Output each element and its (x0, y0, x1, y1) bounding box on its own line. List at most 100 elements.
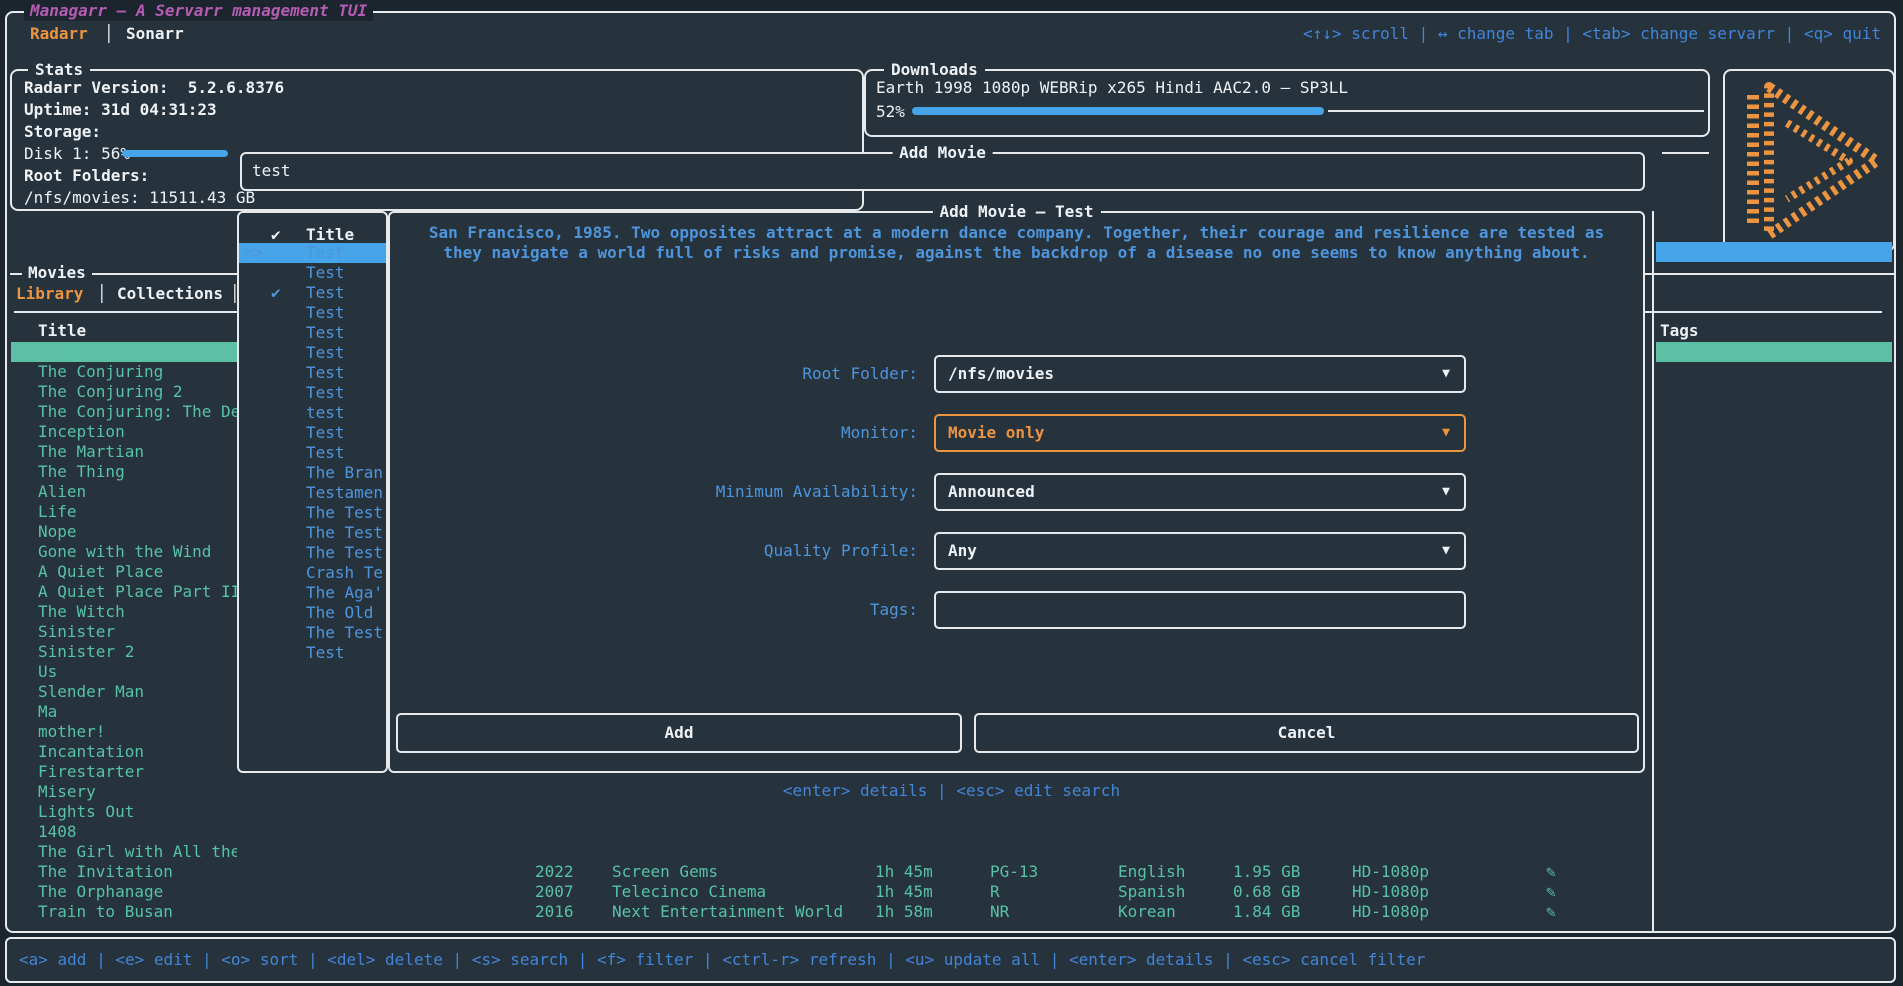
movie-row[interactable]: The Conjuring (11, 362, 237, 382)
tab-sonarr[interactable]: Sonarr (126, 24, 184, 44)
result-row[interactable]: The Old (239, 603, 386, 623)
field-value: Announced (948, 475, 1035, 509)
chevron-down-icon: ▼ (1442, 357, 1450, 391)
movie-row[interactable]: =>Dune (11, 342, 237, 362)
tag-edit-icon[interactable]: ✎ (1546, 902, 1556, 922)
movie-row[interactable]: The Conjuring: The De (11, 402, 237, 422)
result-row[interactable]: The Bran (239, 463, 386, 483)
result-row[interactable]: The Aga' (239, 583, 386, 603)
movie-title: The Invitation (38, 862, 173, 882)
movie-row[interactable]: The Witch (11, 602, 237, 622)
movie-title: mother! (38, 722, 105, 742)
select-monitor[interactable]: Movie only▼ (934, 414, 1466, 452)
tab-radarr[interactable]: Radarr (30, 24, 88, 44)
tag-edit-icon[interactable]: ✎ (1546, 882, 1556, 902)
library-selected-row-right (1656, 342, 1892, 362)
movie-row[interactable]: Gone with the Wind (11, 542, 237, 562)
result-title: test (306, 403, 345, 423)
movie-row[interactable]: The Conjuring 2 (11, 382, 237, 402)
result-row[interactable]: The Test (239, 543, 386, 563)
movie-title: The Conjuring: The De (38, 402, 237, 422)
result-title: Test (306, 263, 345, 283)
result-title: The Test (306, 523, 383, 543)
movie-runtime: 1h 45m (875, 882, 933, 902)
storage-label: Storage: (24, 122, 101, 142)
select-rootfolder[interactable]: /nfs/movies▼ (934, 355, 1466, 393)
monitored-check-icon: ✔ (271, 283, 281, 303)
cancel-button[interactable]: Cancel (974, 713, 1639, 753)
movie-language: Spanish (1118, 882, 1185, 902)
movie-row[interactable]: Train to Busan (11, 902, 237, 922)
movie-row[interactable]: Slender Man (11, 682, 237, 702)
add-movie-search-input[interactable]: test (252, 161, 291, 181)
movie-title: Lights Out (38, 802, 134, 822)
chevron-down-icon: ▼ (1442, 416, 1450, 450)
movie-row[interactable]: Incantation (11, 742, 237, 762)
result-row[interactable]: Test (239, 323, 386, 343)
movies-panel-title: Movies (22, 263, 92, 283)
movie-row[interactable]: Life (11, 502, 237, 522)
result-row[interactable]: Crash Te (239, 563, 386, 583)
selected-result-prefix: => (244, 243, 263, 263)
tab-collections[interactable]: Collections (117, 284, 223, 304)
movie-row[interactable]: Ma (11, 702, 237, 722)
result-title: Crash Te (306, 563, 383, 583)
result-row[interactable]: Testamen (239, 483, 386, 503)
result-title: Test (306, 303, 345, 323)
select-minimumavailability[interactable]: Announced▼ (934, 473, 1466, 511)
disk-usage-bar (122, 150, 228, 157)
border-fragment (1662, 152, 1709, 154)
add-movie-search-title: Add Movie (892, 142, 993, 164)
radarr-version: Radarr Version: 5.2.6.8376 (24, 78, 284, 98)
movie-row[interactable]: The Invitation (11, 862, 237, 882)
field-label-qualityprofile: Quality Profile: (390, 541, 918, 561)
movie-row[interactable]: mother! (11, 722, 237, 742)
movie-title: The Martian (38, 442, 144, 462)
result-row[interactable]: Test (239, 303, 386, 323)
movie-row[interactable]: A Quiet Place Part II (11, 582, 237, 602)
result-row[interactable]: Test (239, 343, 386, 363)
movie-title: Slender Man (38, 682, 144, 702)
movie-year: 2022 (535, 862, 574, 882)
input-tags[interactable] (934, 591, 1466, 629)
result-title: The Bran (306, 463, 383, 483)
result-row[interactable]: Test (239, 263, 386, 283)
movie-row[interactable]: Alien (11, 482, 237, 502)
movie-row[interactable]: Firestarter (11, 762, 237, 782)
field-label-monitor: Monitor: (390, 423, 918, 443)
movie-row[interactable]: The Girl with All the (11, 842, 237, 862)
result-row[interactable]: Test (239, 643, 386, 663)
add-button[interactable]: Add (396, 713, 962, 753)
result-row[interactable]: Test (239, 423, 386, 443)
movie-row[interactable]: A Quiet Place (11, 562, 237, 582)
tag-edit-icon[interactable]: ✎ (1546, 862, 1556, 882)
movie-row[interactable]: The Martian (11, 442, 237, 462)
keybind-bar: <a> add | <e> edit | <o> sort | <del> de… (5, 937, 1896, 983)
movie-row[interactable]: Inception (11, 422, 237, 442)
movie-runtime: 1h 58m (875, 902, 933, 922)
movie-title: Life (38, 502, 77, 522)
result-row[interactable]: Test (239, 383, 386, 403)
result-row[interactable]: Test (239, 443, 386, 463)
result-row[interactable]: The Test (239, 623, 386, 643)
select-qualityprofile[interactable]: Any▼ (934, 532, 1466, 570)
movie-row[interactable]: The Thing (11, 462, 237, 482)
movie-row[interactable]: Nope (11, 522, 237, 542)
movie-title: Dune (38, 342, 77, 362)
result-row[interactable]: ✔Test (239, 283, 386, 303)
movie-row[interactable]: Sinister 2 (11, 642, 237, 662)
result-row[interactable]: The Test (239, 503, 386, 523)
movie-title: Alien (38, 482, 86, 502)
tab-library[interactable]: Library (16, 284, 83, 304)
result-row[interactable]: test (239, 403, 386, 423)
movie-row[interactable]: 1408 (11, 822, 237, 842)
result-row[interactable]: =>Test (239, 243, 386, 263)
movie-row[interactable]: Sinister (11, 622, 237, 642)
movie-row[interactable]: Lights Out (11, 802, 237, 822)
add-movie-dialog: Add Movie – Test San Francisco, 1985. Tw… (388, 211, 1645, 773)
result-row[interactable]: Test (239, 363, 386, 383)
movie-row[interactable]: Us (11, 662, 237, 682)
movie-row[interactable]: The Orphanage (11, 882, 237, 902)
movie-row[interactable]: Misery (11, 782, 237, 802)
result-row[interactable]: The Test (239, 523, 386, 543)
